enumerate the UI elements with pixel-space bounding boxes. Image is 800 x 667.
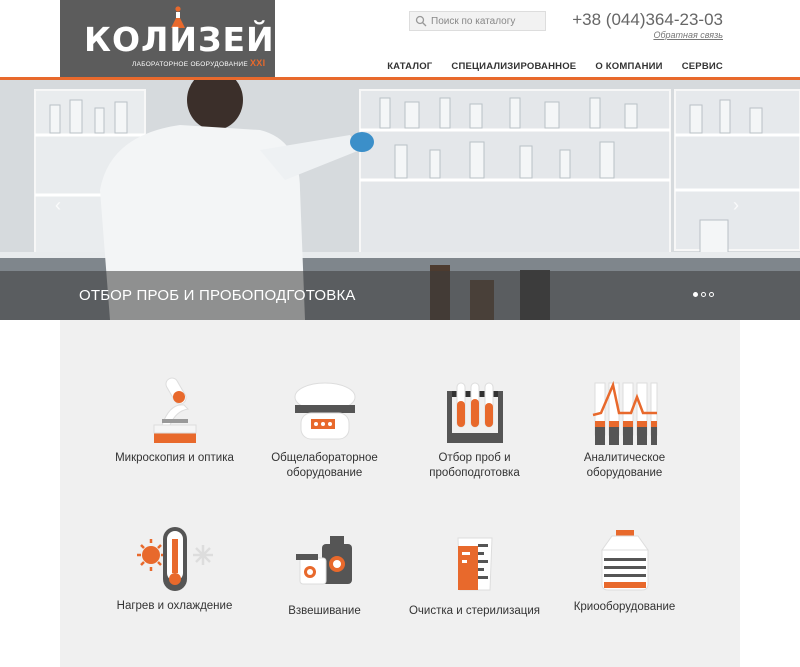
nav-specialized[interactable]: СПЕЦИАЛИЗИРОВАННОЕ xyxy=(451,61,576,72)
category-weighing[interactable]: Взвешивание xyxy=(252,532,397,619)
prev-slide-icon[interactable]: ‹ xyxy=(55,195,61,216)
logo-text: КОЛИЗЕЙ xyxy=(84,20,275,59)
logo[interactable]: КОЛИЗЕЙ ЛАБОРАТОРНОЕ ОБОРУДОВАНИЕ XXI xyxy=(60,0,275,78)
category-label: Аналитическое оборудование xyxy=(583,452,666,479)
phone-number: +38 (044)364-23-03 xyxy=(572,10,723,29)
category-microscopy[interactable]: Микроскопия и оптика xyxy=(102,375,247,466)
next-slide-icon[interactable]: › xyxy=(733,195,739,216)
analytic-chart-icon xyxy=(592,380,657,445)
search-box[interactable] xyxy=(409,11,546,31)
microscope-icon xyxy=(153,377,196,443)
category-heating-cooling[interactable]: Нагрев и охлаждение xyxy=(102,525,247,614)
test-tubes-icon xyxy=(446,382,503,443)
category-label: Взвешивание xyxy=(288,605,361,617)
hero-slider[interactable]: ОТБОР ПРОБ И ПРОБОПОДГОТОВКА ‹ › xyxy=(0,80,800,320)
category-sampling[interactable]: Отбор проб и пробоподготовка xyxy=(402,375,547,481)
category-label: Микроскопия и оптика xyxy=(115,452,234,464)
slide-dot-1[interactable] xyxy=(693,292,698,297)
scales-icon xyxy=(295,536,352,585)
feedback-link[interactable]: Обратная связь xyxy=(653,30,723,40)
nav-catalog[interactable]: КАТАЛОГ xyxy=(387,61,432,72)
search-input[interactable] xyxy=(427,15,541,27)
slide-dot-2[interactable] xyxy=(701,292,706,297)
category-sterilization[interactable]: Очистка и стерилизация xyxy=(402,532,547,619)
category-general-lab[interactable]: Общелабораторное оборудование xyxy=(252,375,397,481)
slider-pagination xyxy=(693,292,714,297)
category-label: Очистка и стерилизация xyxy=(408,605,540,617)
category-cryo[interactable]: Криооборудование xyxy=(552,528,697,615)
nav-service[interactable]: СЕРВИС xyxy=(682,61,723,72)
slide-dot-3[interactable] xyxy=(709,292,714,297)
search-icon xyxy=(415,15,427,27)
nav-about[interactable]: О КОМПАНИИ xyxy=(595,61,662,72)
beaker-icon xyxy=(456,537,493,591)
thermometer-icon xyxy=(136,527,213,591)
categories-panel: Микроскопия и оптика Общелабораторное об… xyxy=(60,320,740,667)
category-label: Отбор проб и пробоподготовка xyxy=(429,452,520,479)
category-label: Нагрев и охлаждение xyxy=(116,600,233,612)
main-nav: КАТАЛОГ СПЕЦИАЛИЗИРОВАННОЕ О КОМПАНИИ СЕ… xyxy=(387,61,723,72)
lab-device-icon xyxy=(294,382,355,440)
cryo-container-icon xyxy=(600,530,649,591)
slide-caption[interactable]: ОТБОР ПРОБ И ПРОБОПОДГОТОВКА xyxy=(79,287,356,304)
category-label: Криооборудование xyxy=(573,601,676,613)
category-analytic[interactable]: Аналитическое оборудование xyxy=(552,375,697,481)
logo-tagline: ЛАБОРАТОРНОЕ ОБОРУДОВАНИЕ XXI xyxy=(132,58,266,68)
category-label: Общелабораторное оборудование xyxy=(271,452,378,479)
